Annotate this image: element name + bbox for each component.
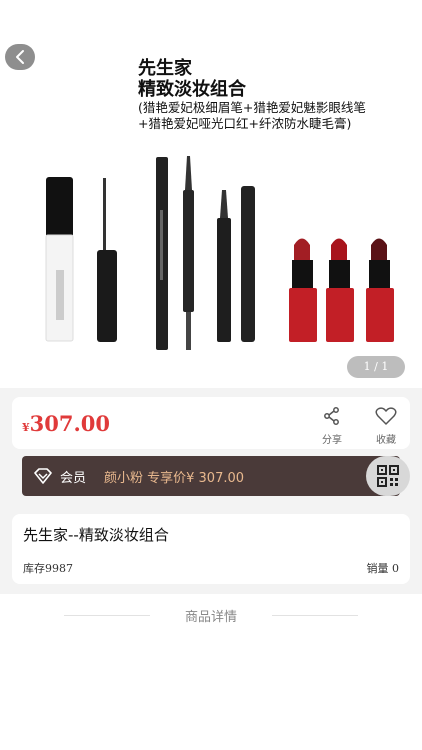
- price-card: ¥307.00 分享 收藏: [12, 397, 410, 449]
- product-price: ¥307.00: [22, 411, 110, 436]
- image-title-line1: 先生家: [138, 58, 192, 79]
- sales-count: 销量 0: [366, 562, 400, 575]
- chevron-left-icon: [16, 50, 24, 64]
- image-subtitle-line2: +猎艳爱妃哑光口红+纤浓防水睫毛膏): [138, 116, 352, 131]
- mascara-bottle: [45, 177, 74, 342]
- lipstick-2: [326, 238, 354, 342]
- stock-count: 库存9987: [23, 562, 73, 575]
- diamond-icon: [34, 468, 52, 484]
- heart-icon: [375, 407, 397, 425]
- favorite-button[interactable]: 收藏: [368, 407, 404, 446]
- lipstick-3: [366, 238, 394, 342]
- image-subtitle: (猎艳爱妃极细眉笔+猎艳爱妃魅影眼线笔 +猎艳爱妃哑光口红+纤浓防水睫毛膏): [138, 100, 418, 132]
- eyeliner-pen: [217, 190, 231, 342]
- image-subtitle-line1: (猎艳爱妃极细眉笔+猎艳爱妃魅影眼线笔: [138, 100, 366, 115]
- product-photo: [45, 156, 394, 350]
- details-title: 商品详情: [184, 610, 237, 625]
- qrcode-button[interactable]: [366, 456, 410, 496]
- divider-right: [272, 615, 358, 616]
- price-currency: ¥: [22, 421, 30, 434]
- liner-pen: [241, 186, 255, 342]
- image-title-line2: 精致淡妆组合: [138, 79, 246, 100]
- back-button[interactable]: [5, 44, 35, 70]
- product-info-card: 先生家--精致淡妆组合 库存9987 销量 0: [12, 514, 410, 584]
- qrcode-icon: [377, 465, 399, 487]
- member-price: 颜小粉 专享价¥ 307.00: [104, 471, 245, 486]
- price-value: 307.00: [29, 411, 111, 436]
- share-button[interactable]: 分享: [314, 407, 350, 446]
- favorite-label: 收藏: [376, 435, 396, 446]
- image-title: 先生家 精致淡妆组合: [138, 58, 246, 100]
- lipstick-1: [289, 238, 317, 342]
- product-image-carousel[interactable]: 先生家 精致淡妆组合 (猎艳爱妃极细眉笔+猎艳爱妃魅影眼线笔 +猎艳爱妃哑光口红…: [0, 0, 422, 388]
- eyebrow-pencil: [156, 157, 168, 350]
- product-details-header: 商品详情: [0, 604, 422, 628]
- member-label: 会员: [60, 471, 87, 486]
- image-pager: 1 / 1: [347, 356, 405, 378]
- share-label: 分享: [322, 435, 342, 446]
- share-icon: [324, 407, 339, 425]
- member-price-bar[interactable]: 会员 颜小粉 专享价¥ 307.00: [22, 456, 400, 496]
- mascara-wand: [97, 178, 117, 342]
- brow-pencil-spoolie: [183, 156, 194, 350]
- product-title: 先生家--精致淡妆组合: [23, 526, 169, 544]
